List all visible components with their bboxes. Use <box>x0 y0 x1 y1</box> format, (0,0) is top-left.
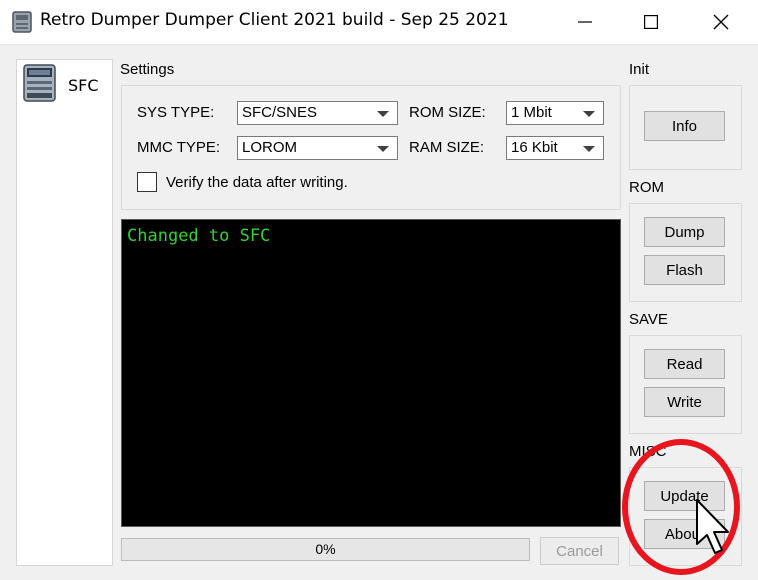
settings-title: Settings <box>120 61 175 78</box>
rom-size-label: ROM SIZE: <box>409 104 486 121</box>
chevron-down-icon <box>583 146 595 152</box>
flash-button[interactable]: Flash <box>644 255 725 285</box>
save-group-title: SAVE <box>629 311 668 328</box>
sys-type-select[interactable]: SFC/SNES <box>237 101 398 125</box>
dump-button[interactable]: Dump <box>644 217 725 247</box>
chevron-down-icon <box>377 111 389 117</box>
sys-type-label: SYS TYPE: <box>137 104 215 121</box>
ram-size-select[interactable]: 16 Kbit <box>506 136 604 160</box>
mmc-type-label: MMC TYPE: <box>137 139 221 156</box>
mmc-type-value: LOROM <box>242 139 298 156</box>
close-button[interactable] <box>692 0 750 44</box>
chevron-down-icon <box>377 146 389 152</box>
minimize-button[interactable] <box>556 0 614 44</box>
window-title: Retro Dumper Dumper Client 2021 build - … <box>40 10 509 30</box>
minimize-icon <box>578 21 592 23</box>
log-console: Changed to SFC <box>121 219 621 527</box>
rom-size-select[interactable]: 1 Mbit <box>506 101 604 125</box>
maximize-icon <box>644 15 658 29</box>
update-button[interactable]: Update <box>644 481 725 511</box>
rom-size-value: 1 Mbit <box>511 104 552 121</box>
settings-group: SYS TYPE: SFC/SNES ROM SIZE: 1 Mbit MMC … <box>121 85 621 210</box>
sidebar-item-label: SFC <box>68 76 99 95</box>
system-list: SFC <box>16 59 113 566</box>
ram-size-label: RAM SIZE: <box>409 139 485 156</box>
verify-label: Verify the data after writing. <box>166 174 348 191</box>
ram-size-value: 16 Kbit <box>511 139 558 156</box>
console-cartridge-icon <box>23 64 56 102</box>
title-bar: Retro Dumper Dumper Client 2021 build - … <box>0 0 758 45</box>
close-icon <box>713 14 729 30</box>
rom-group-title: ROM <box>629 179 664 196</box>
verify-checkbox[interactable] <box>137 172 157 192</box>
app-icon <box>12 11 32 33</box>
chevron-down-icon <box>583 111 595 117</box>
maximize-button[interactable] <box>622 0 680 44</box>
progress-label: 0% <box>315 541 336 557</box>
write-button[interactable]: Write <box>644 387 725 417</box>
progress-bar: 0% <box>121 538 530 561</box>
info-button[interactable]: Info <box>644 111 725 141</box>
mmc-type-select[interactable]: LOROM <box>237 136 398 160</box>
about-button[interactable]: About <box>644 519 725 549</box>
sys-type-value: SFC/SNES <box>242 104 318 121</box>
sidebar-item-sfc[interactable]: SFC <box>23 64 109 104</box>
cancel-button[interactable]: Cancel <box>540 537 619 565</box>
init-group-title: Init <box>629 61 650 78</box>
misc-group-title: MISC <box>629 443 667 460</box>
read-button[interactable]: Read <box>644 349 725 379</box>
log-text: Changed to SFC <box>127 226 271 246</box>
